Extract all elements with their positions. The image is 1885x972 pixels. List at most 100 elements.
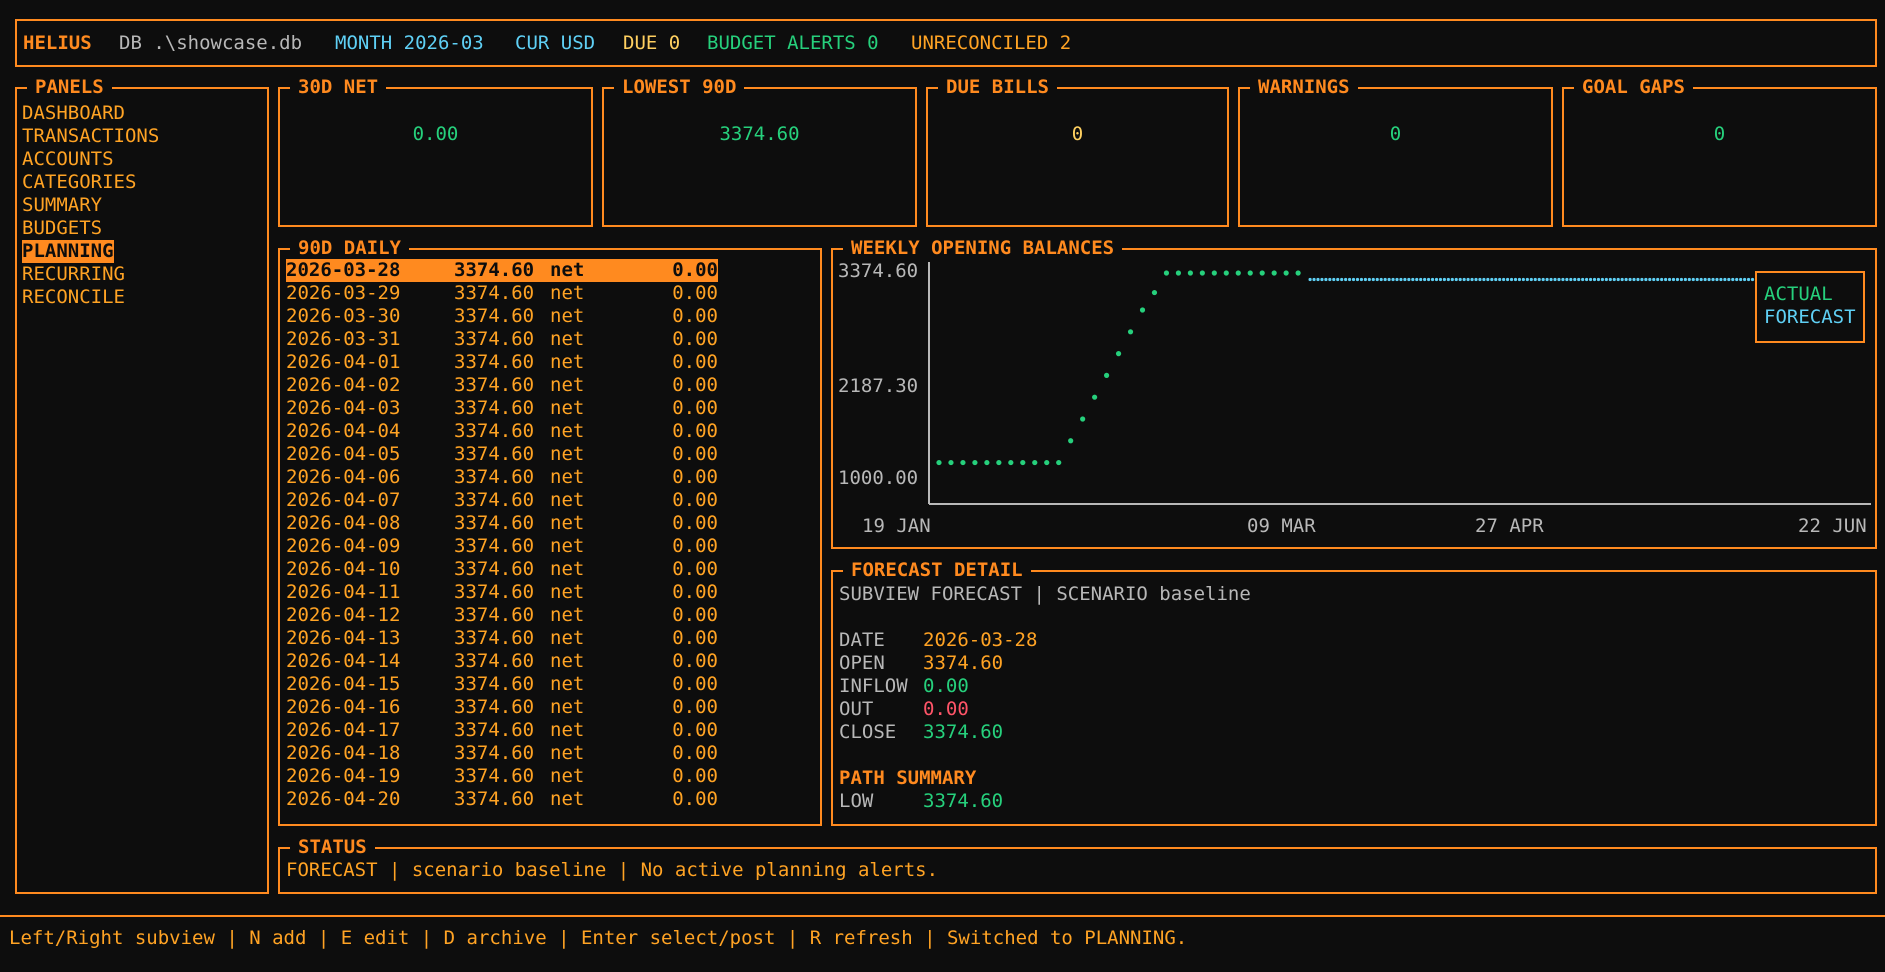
daily-balance: 3374.60	[454, 512, 535, 534]
daily-row[interactable]: 2026-04-01 3374.60 net 0.00	[286, 351, 718, 374]
daily-balance: 3374.60	[454, 788, 535, 810]
nav-item-budgets[interactable]: BUDGETS	[22, 217, 102, 240]
status-text: FORECAST | scenario baseline | No active…	[286, 859, 939, 881]
daily-balance: 3374.60	[454, 696, 535, 718]
forecast-title: FORECAST DETAIL	[843, 559, 1031, 582]
daily-date: 2026-03-30	[286, 305, 401, 327]
nav-item-reconcile[interactable]: RECONCILE	[22, 286, 125, 309]
forecast-point	[1391, 277, 1395, 282]
nav-item-summary[interactable]: SUMMARY	[22, 194, 102, 217]
daily-row[interactable]: 2026-03-28 3374.60 net 0.00	[286, 259, 718, 282]
forecast-detail-panel: FORECAST DETAIL SUBVIEW FORECAST | SCENA…	[831, 559, 1877, 826]
chart-x-tick-label: 27 APR	[1475, 515, 1544, 537]
daily-date: 2026-04-12	[286, 604, 401, 626]
date-value: 2026-03-28	[923, 629, 1038, 651]
forecast-point	[1332, 277, 1336, 282]
forecast-point	[1430, 277, 1435, 282]
daily-row[interactable]: 2026-04-17 3374.60 net 0.00	[286, 719, 718, 742]
daily-row[interactable]: 2026-04-07 3374.60 net 0.00	[286, 489, 718, 512]
forecast-point	[1486, 277, 1490, 282]
nav-item-planning[interactable]: PLANNING	[22, 240, 114, 263]
daily-row[interactable]: 2026-04-11 3374.60 net 0.00	[286, 581, 718, 604]
forecast-point	[1415, 277, 1419, 282]
nav-item-dashboard[interactable]: DASHBOARD	[22, 102, 125, 125]
daily-row[interactable]: 2026-04-10 3374.60 net 0.00	[286, 558, 718, 581]
forecast-point	[1482, 277, 1486, 282]
forecast-point	[1344, 277, 1348, 282]
actual-point	[1151, 289, 1158, 296]
actual-point	[1092, 394, 1098, 400]
daily-row[interactable]: 2026-04-13 3374.60 net 0.00	[286, 627, 718, 650]
actual-point	[948, 459, 954, 466]
forecast-point	[1581, 277, 1585, 282]
forecast-point	[1596, 277, 1601, 282]
daily-row[interactable]: 2026-04-15 3374.60 net 0.00	[286, 673, 718, 696]
daily-net: 0.00	[672, 581, 718, 603]
daily-row[interactable]: 2026-04-04 3374.60 net 0.00	[286, 420, 718, 443]
forecast-point	[1355, 277, 1360, 282]
close-value: 3374.60	[923, 721, 1004, 743]
actual-point	[1068, 438, 1074, 444]
forecast-point	[1608, 277, 1612, 282]
forecast-point	[1533, 277, 1537, 282]
nav-item-transactions[interactable]: TRANSACTIONS	[22, 125, 159, 148]
daily-row[interactable]: 2026-04-03 3374.60 net 0.00	[286, 397, 718, 420]
forecast-point	[1703, 277, 1707, 282]
daily-row[interactable]: 2026-04-02 3374.60 net 0.00	[286, 374, 718, 397]
daily-balance: 3374.60	[454, 719, 535, 741]
daily-balance: 3374.60	[454, 305, 535, 327]
actual-point	[1247, 270, 1253, 276]
daily-row[interactable]: 2026-03-29 3374.60 net 0.00	[286, 282, 718, 305]
forecast-point	[1312, 277, 1316, 282]
daily-label: net	[550, 443, 585, 465]
daily-net: 0.00	[672, 604, 718, 626]
panels-nav: PANELS DASHBOARD TRANSACTIONS ACCOUNTS C…	[15, 76, 269, 894]
nav-item-recurring[interactable]: RECURRING	[22, 263, 125, 286]
daily-row[interactable]: 2026-03-30 3374.60 net 0.00	[286, 305, 718, 328]
daily-row[interactable]: 2026-04-14 3374.60 net 0.00	[286, 650, 718, 673]
weekly-chart: 3374.60 2187.30 1000.00 19 JAN 09 MAR 27 APR 2…	[838, 260, 1871, 537]
chart-y-tick-label: 1000.00	[838, 467, 918, 489]
actual-point	[1199, 270, 1205, 276]
daily-label: net	[550, 259, 585, 281]
daily-date: 2026-04-07	[286, 489, 401, 511]
daily-balance: 3374.60	[454, 604, 535, 626]
forecast-point	[1498, 277, 1502, 282]
daily-balance: 3374.60	[454, 443, 535, 465]
daily-row[interactable]: 2026-04-06 3374.60 net 0.00	[286, 466, 718, 489]
actual-point	[1139, 307, 1146, 313]
daily-row[interactable]: 2026-04-08 3374.60 net 0.00	[286, 512, 718, 535]
inflow-value: 0.00	[923, 675, 969, 697]
daily-row[interactable]: 2026-04-05 3374.60 net 0.00	[286, 443, 718, 466]
actual-point	[1295, 270, 1301, 276]
daily-balance: 3374.60	[454, 627, 535, 649]
db-path: DB .\showcase.db	[119, 32, 303, 54]
forecast-point	[1636, 277, 1640, 282]
daily-date: 2026-03-28	[286, 259, 401, 281]
forecast-point	[1664, 277, 1668, 282]
currency-indicator: CUR USD	[515, 32, 596, 54]
low-label: LOW	[839, 790, 874, 812]
daily-date: 2026-04-06	[286, 466, 401, 488]
daily-row[interactable]: 2026-04-19 3374.60 net 0.00	[286, 765, 718, 788]
forecast-point	[1399, 277, 1403, 282]
nav-item-categories[interactable]: CATEGORIES	[22, 171, 136, 194]
stat-title: WARNINGS	[1250, 76, 1358, 99]
forecast-point	[1426, 277, 1431, 282]
daily-row[interactable]: 2026-03-31 3374.60 net 0.00	[286, 328, 718, 351]
forecast-point	[1739, 277, 1743, 282]
daily-label: net	[550, 581, 585, 603]
daily-label: net	[550, 328, 585, 350]
daily-panel: 90D DAILY 2026-03-28 3374.60 net 0.00 2026-0…	[278, 237, 822, 826]
daily-row[interactable]: 2026-04-20 3374.60 net 0.00	[286, 788, 718, 811]
daily-label: net	[550, 558, 585, 580]
daily-row[interactable]: 2026-04-09 3374.60 net 0.00	[286, 535, 718, 558]
forecast-point	[1474, 277, 1478, 282]
forecast-point	[1541, 277, 1545, 282]
daily-row[interactable]: 2026-04-16 3374.60 net 0.00	[286, 696, 718, 719]
daily-row[interactable]: 2026-04-18 3374.60 net 0.00	[286, 742, 718, 765]
daily-balance: 3374.60	[454, 328, 535, 350]
forecast-point	[1644, 277, 1648, 282]
daily-row[interactable]: 2026-04-12 3374.60 net 0.00	[286, 604, 718, 627]
nav-item-accounts[interactable]: ACCOUNTS	[22, 148, 114, 171]
